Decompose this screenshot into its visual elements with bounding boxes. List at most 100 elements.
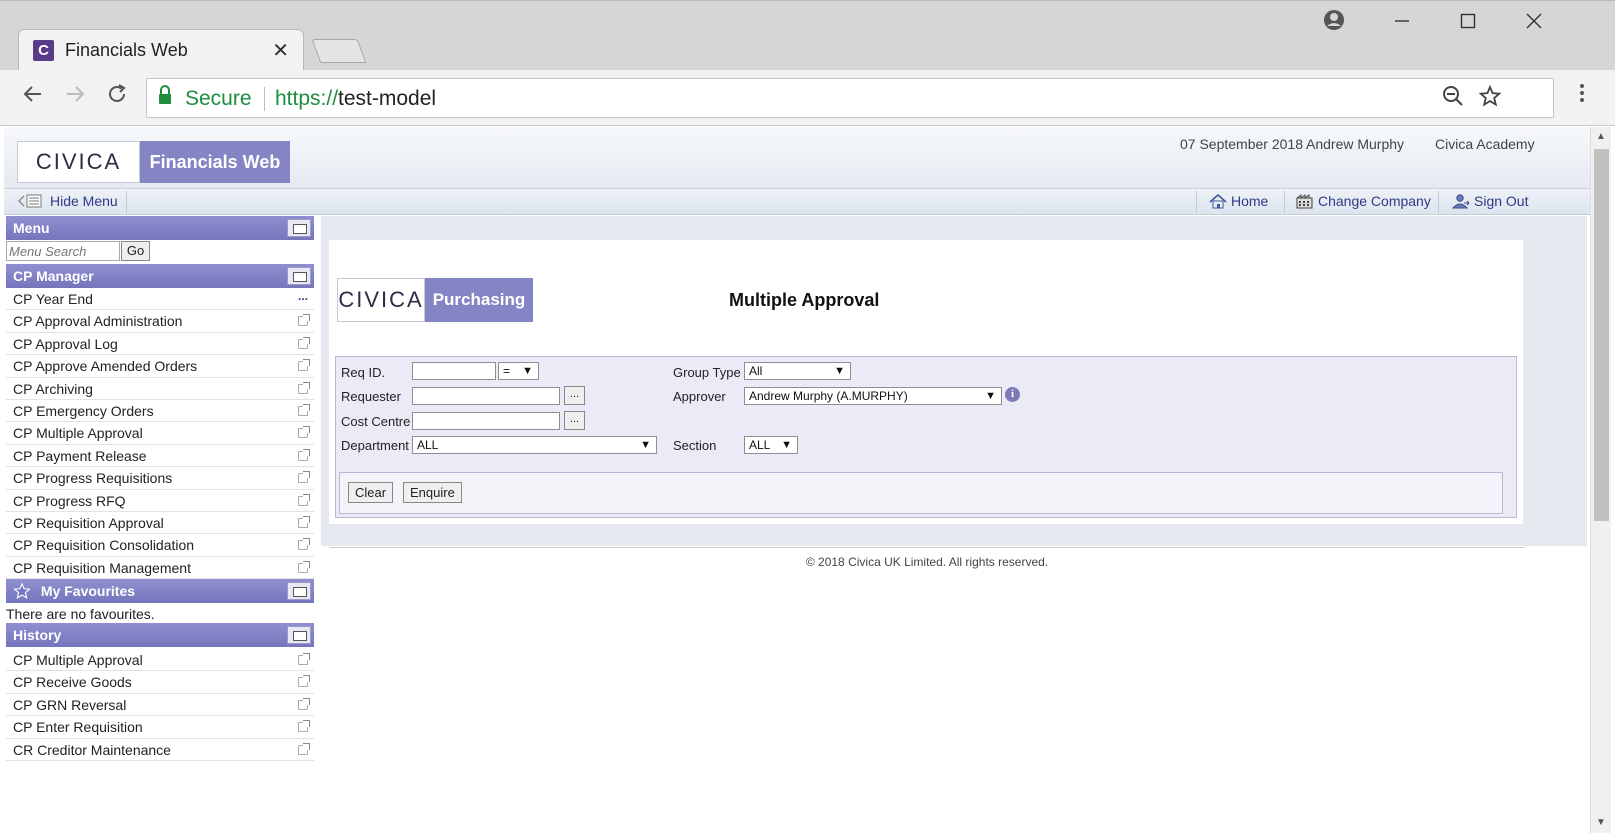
req-id-label: Req ID. [341, 365, 386, 380]
history-item[interactable]: CP GRN Reversal [6, 694, 314, 717]
back-icon[interactable] [18, 82, 48, 113]
history-header[interactable]: History [6, 623, 314, 648]
menu-item[interactable]: CP Year End... [6, 288, 314, 311]
open-new-window-icon[interactable] [298, 742, 310, 755]
menu-panel-header: Menu [6, 216, 314, 240]
menu-search-input[interactable] [6, 241, 120, 261]
collapse-panel-icon[interactable] [287, 582, 311, 601]
clear-button[interactable]: Clear [348, 482, 394, 503]
lock-icon [159, 85, 171, 104]
menu-item-label: CP Requisition Management [13, 559, 191, 576]
reload-icon[interactable] [102, 82, 132, 113]
menu-item[interactable]: CP Requisition Approval [6, 512, 314, 535]
menu-item[interactable]: CP Payment Release [6, 445, 314, 468]
cost-centre-input[interactable] [412, 412, 560, 430]
requester-label: Requester [341, 389, 401, 404]
menu-search-go-button[interactable]: Go [121, 241, 150, 261]
enquiry-form: Req ID. = ▼ Requester ... Cost Centre ..… [335, 356, 1517, 518]
change-company-button[interactable]: Change Company [1296, 193, 1431, 209]
browser-menu-icon[interactable] [1572, 82, 1592, 104]
menu-item-label: CP Archiving [13, 380, 93, 397]
menu-item-label: CP Approval Log [13, 335, 118, 352]
open-new-window-icon[interactable] [298, 403, 310, 416]
history-item[interactable]: CP Multiple Approval [6, 649, 314, 672]
open-new-window-icon[interactable] [298, 359, 310, 372]
open-new-window-icon[interactable] [298, 426, 310, 439]
menu-item[interactable]: CP Progress Requisitions [6, 467, 314, 490]
group-type-select[interactable]: All ▼ [744, 362, 851, 380]
app-toolbar: Hide Menu Home Change Company Sign Out [4, 189, 1590, 215]
open-new-window-icon[interactable] [298, 538, 310, 551]
collapse-panel-icon[interactable] [287, 626, 311, 645]
hide-menu-button[interactable]: Hide Menu [18, 193, 118, 209]
cp-manager-title: CP Manager [13, 268, 94, 284]
open-new-window-icon[interactable] [298, 697, 310, 710]
open-new-window-icon[interactable] [298, 560, 310, 573]
bookmark-star-icon[interactable] [1478, 84, 1502, 113]
secure-label: Secure [185, 87, 252, 110]
scrollbar-thumb[interactable] [1594, 149, 1609, 521]
req-id-operator-select[interactable]: = ▼ [498, 362, 539, 380]
open-new-window-icon[interactable] [298, 653, 310, 666]
browser-tab[interactable]: C Financials Web ✕ [18, 29, 304, 71]
open-new-window-icon[interactable] [298, 471, 310, 484]
favourites-header[interactable]: My Favourites [6, 579, 314, 604]
open-new-window-icon[interactable] [298, 381, 310, 394]
open-new-window-icon[interactable] [298, 675, 310, 688]
open-new-window-icon[interactable] [298, 493, 310, 506]
open-new-window-icon[interactable] [298, 720, 310, 733]
requester-input[interactable] [412, 387, 560, 405]
enquire-button[interactable]: Enquire [403, 482, 462, 503]
menu-item[interactable]: CP Requisition Consolidation [6, 534, 314, 557]
address-bar[interactable]: Secure https://test-model [146, 78, 1554, 118]
zoom-icon[interactable] [1442, 85, 1464, 113]
forward-icon[interactable] [60, 82, 90, 113]
cost-centre-lookup-button[interactable]: ... [564, 411, 585, 430]
maximize-icon[interactable] [1448, 9, 1488, 37]
civica-logo: CIVICA [337, 278, 425, 322]
sign-out-label: Sign Out [1474, 193, 1529, 209]
history-item[interactable]: CP Receive Goods [6, 671, 314, 694]
sidebar: Menu Go CP Manager CP Year End... CP App… [6, 216, 314, 762]
more-icon[interactable]: ... [298, 289, 308, 303]
minimize-icon[interactable] [1382, 9, 1422, 37]
new-tab-button[interactable] [311, 39, 367, 63]
page-scrollbar[interactable]: ▲ ▼ [1590, 127, 1611, 833]
sign-out-user-icon [1451, 194, 1470, 209]
menu-item[interactable]: CP Approve Amended Orders [6, 355, 314, 378]
info-icon[interactable]: i [1005, 387, 1020, 402]
account-icon[interactable] [1314, 9, 1354, 37]
open-new-window-icon[interactable] [298, 515, 310, 528]
home-button[interactable]: Home [1209, 193, 1268, 209]
menu-item[interactable]: CP Multiple Approval [6, 422, 314, 445]
open-new-window-icon[interactable] [298, 336, 310, 349]
close-window-icon[interactable] [1514, 9, 1554, 37]
menu-item[interactable]: CP Emergency Orders [6, 400, 314, 423]
open-new-window-icon[interactable] [298, 314, 310, 327]
url-scheme: https:// [275, 87, 339, 110]
section-select[interactable]: ALL ▼ [744, 436, 798, 454]
department-select[interactable]: ALL ▼ [412, 436, 657, 454]
req-id-input[interactable] [412, 362, 496, 380]
collapse-panel-icon[interactable] [287, 219, 311, 237]
history-item[interactable]: CR Creditor Maintenance [6, 739, 314, 762]
history-title: History [13, 627, 62, 644]
menu-item[interactable]: CP Approval Log [6, 333, 314, 356]
menu-item[interactable]: CP Archiving [6, 378, 314, 400]
favourites-title: My Favourites [40, 583, 136, 600]
tab-close-icon[interactable]: ✕ [272, 38, 289, 63]
panel-up-icon[interactable] [287, 267, 311, 285]
scroll-up-arrow-icon[interactable]: ▲ [1596, 131, 1606, 142]
scroll-down-arrow-icon[interactable]: ▼ [1596, 817, 1606, 828]
menu-item[interactable]: CP Approval Administration [6, 310, 314, 333]
approver-select[interactable]: Andrew Murphy (A.MURPHY) ▼ [744, 387, 1002, 405]
header-date: 07 September 2018 [1180, 136, 1303, 152]
cp-manager-header[interactable]: CP Manager [6, 264, 314, 288]
history-item[interactable]: CP Enter Requisition [6, 716, 314, 739]
menu-item[interactable]: CP Requisition Management [6, 557, 314, 580]
menu-item[interactable]: CP Progress RFQ [6, 490, 314, 512]
requester-lookup-button[interactable]: ... [564, 386, 585, 405]
sign-out-button[interactable]: Sign Out [1451, 193, 1529, 209]
page-viewport: CIVICA Financials Web 07 September 2018 … [4, 127, 1590, 833]
open-new-window-icon[interactable] [298, 448, 310, 461]
